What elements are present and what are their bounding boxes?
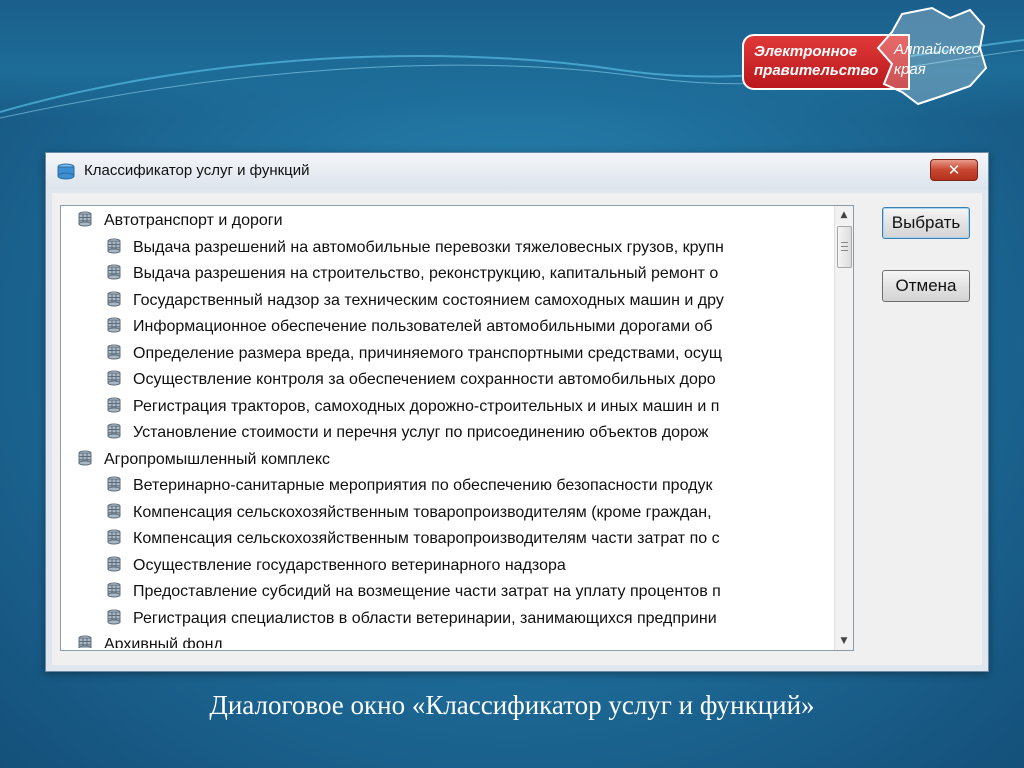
tree-child-item[interactable]: Государственный надзор за техническим со… (61, 288, 833, 315)
database-icon (106, 528, 122, 545)
tree-child-item[interactable]: Осуществление контроля за обеспечением с… (61, 367, 833, 394)
logo-map-text: Алтайского края (894, 41, 980, 78)
scroll-down-icon[interactable]: ▼ (835, 632, 853, 650)
tree-item-label: Компенсация сельскохозяйственным товароп… (133, 503, 712, 521)
tree-child-item[interactable]: Определение размера вреда, причиняемого … (61, 341, 833, 368)
database-icon (106, 369, 122, 386)
vertical-scrollbar[interactable]: ▲ ▼ (834, 206, 853, 650)
tree-child-item[interactable]: Выдача разрешений на автомобильные перев… (61, 235, 833, 262)
database-icon (106, 343, 122, 359)
database-icon (77, 634, 93, 648)
tree-item-label: Регистрация тракторов, самоходных дорожн… (133, 397, 720, 415)
tree-item-label: Предоставление субсидий на возмещение ча… (133, 583, 721, 600)
tree-item-label: Архивный фонд (104, 636, 223, 648)
tree-item-label: Информационное обеспечение пользователей… (133, 318, 713, 335)
scroll-up-icon[interactable]: ▲ (835, 206, 853, 224)
scroll-thumb[interactable] (837, 226, 852, 268)
tree-item-label: Определение размера вреда, причиняемого … (133, 344, 723, 362)
database-icon (77, 449, 93, 465)
database-icon (106, 555, 122, 571)
tree-item-label: Ветеринарно-санитарные мероприятия по об… (133, 477, 713, 494)
dialog-client-area: Автотранспорт и дороги Выдача разрешений … (52, 193, 982, 665)
logo-red-text: Электронное правительство (754, 43, 879, 79)
tree-item-label: Выдача разрешений на автомобильные перев… (133, 238, 724, 256)
tree-child-item[interactable]: Компенсация сельскохозяйственным товароп… (61, 526, 833, 553)
tree-child-item[interactable]: Установление стоимости и перечня услуг п… (61, 420, 833, 447)
close-button[interactable]: ✕ (930, 159, 978, 181)
tree-item-label: Автотранспорт и дороги (104, 212, 283, 229)
database-icon (77, 210, 93, 227)
tree-child-item[interactable]: Предоставление субсидий на возмещение ча… (61, 579, 833, 606)
cancel-button[interactable]: Отмена (882, 270, 970, 302)
tree-group-item[interactable]: Агропромышленный комплекс (61, 447, 833, 474)
database-icon (106, 581, 122, 598)
database-icon (106, 290, 122, 306)
tree-child-item[interactable]: Выдача разрешения на строительство, реко… (61, 261, 833, 288)
tree-item-label: Компенсация сельскохозяйственным товароп… (133, 530, 720, 547)
database-icon (106, 237, 122, 253)
tree-group-item[interactable]: Автотранспорт и дороги (61, 208, 833, 235)
database-icon (106, 396, 122, 412)
tree-item-label: Осуществление государственного ветеринар… (133, 556, 566, 574)
tree-child-item[interactable]: Информационное обеспечение пользователей… (61, 314, 833, 341)
dialog-titlebar[interactable]: Классификатор услуг и функций ✕ (46, 153, 988, 189)
app-icon (56, 162, 76, 184)
tree-child-item[interactable]: Осуществление государственного ветеринар… (61, 553, 833, 580)
tree-item-label: Регистрация специалистов в области ветер… (133, 609, 717, 627)
tree-item-label: Государственный надзор за техническим со… (133, 291, 724, 309)
database-icon (106, 475, 122, 492)
tree-child-item[interactable]: Регистрация тракторов, самоходных дорожн… (61, 394, 833, 421)
tree-child-item[interactable]: Компенсация сельскохозяйственным товароп… (61, 500, 833, 527)
database-icon (106, 608, 122, 624)
tree-item-label: Осуществление контроля за обеспечением с… (133, 371, 716, 388)
select-button[interactable]: Выбрать (882, 207, 970, 239)
dialog-title: Классификатор услуг и функций (84, 162, 310, 179)
tree-child-item[interactable]: Регистрация специалистов в области ветер… (61, 606, 833, 633)
logo: Электронное правительство Алтайского кра… (740, 4, 990, 106)
database-icon (106, 316, 122, 333)
database-icon (106, 502, 122, 518)
database-icon (106, 263, 122, 280)
tree-group-item[interactable]: Архивный фонд (61, 632, 833, 648)
tree-item-label: Установление стоимости и перечня услуг п… (133, 424, 709, 441)
tree-list: Автотранспорт и дороги Выдача разрешений … (61, 208, 833, 648)
slide-caption: Диалоговое окно «Классификатор услуг и ф… (209, 690, 815, 720)
tree-child-item[interactable]: Ветеринарно-санитарные мероприятия по об… (61, 473, 833, 500)
tree-item-label: Выдача разрешения на строительство, реко… (133, 265, 719, 282)
classifier-dialog: Классификатор услуг и функций ✕ Автотран… (45, 152, 989, 672)
database-icon (106, 422, 122, 439)
classifier-tree[interactable]: Автотранспорт и дороги Выдача разрешений … (60, 205, 854, 651)
tree-item-label: Агропромышленный комплекс (104, 450, 331, 468)
